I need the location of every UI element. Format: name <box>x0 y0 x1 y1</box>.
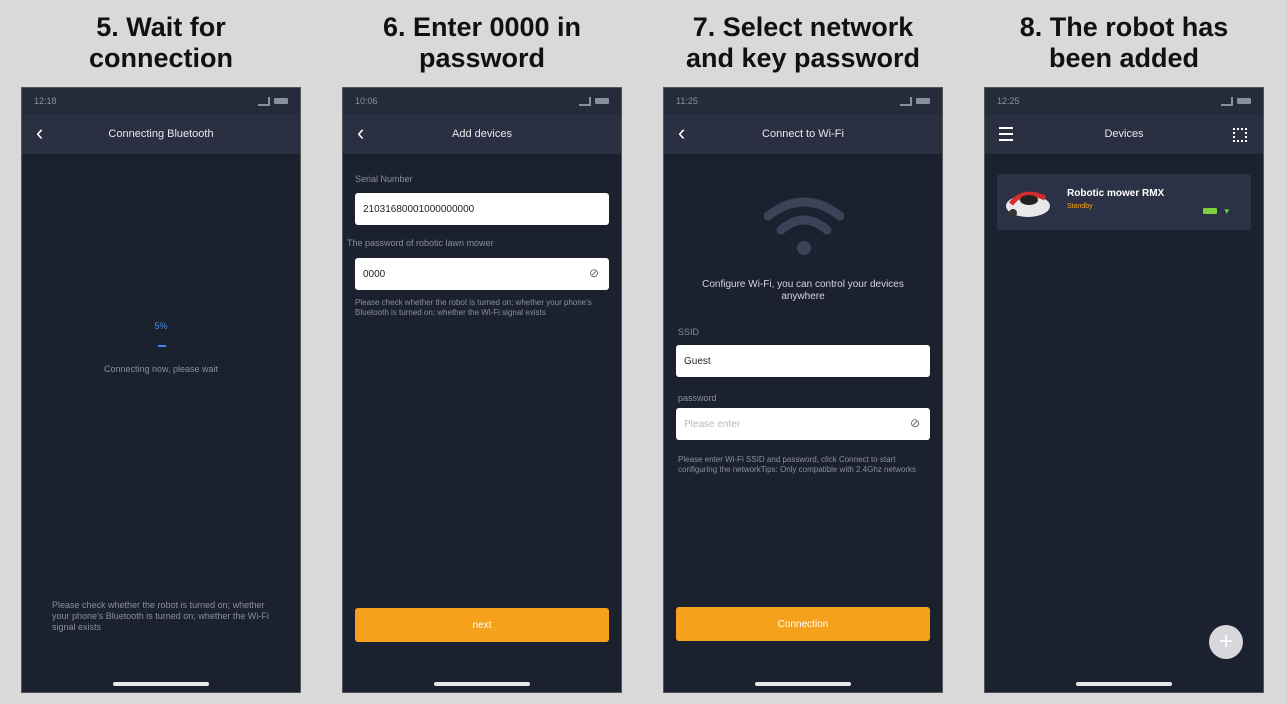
serial-label: Serial Number <box>355 174 413 184</box>
progress-percent: 5% <box>154 321 168 331</box>
scan-icon[interactable] <box>1233 128 1247 142</box>
nav-bar: ‹ Connecting Bluetooth <box>22 114 300 154</box>
signal-icon: ▾ <box>1224 206 1229 216</box>
menu-icon[interactable] <box>999 127 1013 141</box>
help-text: Please check whether the robot is turned… <box>52 600 269 632</box>
password-field[interactable]: Please enter ⊘ <box>676 408 930 440</box>
eye-off-icon[interactable]: ⊘ <box>910 416 920 430</box>
step-title-line1: 6. Enter 0000 in <box>382 12 582 42</box>
next-button[interactable]: next <box>355 608 609 642</box>
back-arrow-icon[interactable]: ‹ <box>678 122 685 144</box>
battery-icon <box>1203 208 1217 214</box>
nav-bar: ‹ Connect to Wi-Fi <box>664 114 942 154</box>
serial-number-field[interactable]: 21031680001000000000 <box>355 193 609 225</box>
nav-bar: ‹ Add devices <box>343 114 621 154</box>
step-title: 7. Select network and key password <box>663 12 943 74</box>
home-indicator <box>755 682 851 686</box>
home-indicator <box>113 682 209 686</box>
step-title: 6. Enter 0000 in password <box>342 12 622 74</box>
wifi-icon <box>764 197 844 255</box>
home-indicator <box>1076 682 1172 686</box>
connection-button[interactable]: Connection <box>676 607 930 641</box>
phone-screen: 10:06 ‹ Add devices Serial Number 210316… <box>342 87 622 693</box>
status-time: 12:18 <box>34 96 57 106</box>
step-title-line1: 8. The robot has <box>1019 12 1229 42</box>
progress-indicator <box>158 345 166 347</box>
nav-title: Devices <box>1104 128 1144 140</box>
back-arrow-icon[interactable]: ‹ <box>357 122 364 144</box>
signal-icon <box>900 96 930 106</box>
eye-off-icon[interactable]: ⊘ <box>589 266 599 280</box>
status-bar: 10:06 <box>343 88 621 114</box>
configure-text: Configure Wi-Fi, you can control your de… <box>702 279 904 302</box>
step-title-line2: password <box>418 43 546 73</box>
ssid-field[interactable]: Guest <box>676 345 930 377</box>
step-title-line1: 7. Select network <box>692 12 914 42</box>
device-status: Standby <box>1067 203 1093 210</box>
back-arrow-icon[interactable]: ‹ <box>36 122 43 144</box>
nav-bar: Devices <box>985 114 1263 154</box>
step-title-line2: and key password <box>685 43 921 73</box>
signal-icon <box>1221 96 1251 106</box>
step-title: 8. The robot has been added <box>984 12 1264 74</box>
connecting-text: Connecting now, please wait <box>103 364 219 374</box>
serial-value: 21031680001000000000 <box>363 203 475 215</box>
home-indicator <box>434 682 530 686</box>
phone-screen: 12:18 ‹ Connecting Bluetooth 5% Connecti… <box>21 87 301 693</box>
status-time: 10:06 <box>355 96 378 106</box>
step-title-line2: connection <box>88 43 233 73</box>
phone-screen: 11:25 ‹ Connect to Wi-Fi Configure Wi-Fi… <box>663 87 943 693</box>
device-card[interactable]: Robotic mower RMX Standby ▾ <box>997 174 1251 230</box>
phone-screen: 12:25 Devices Robotic mower RMX Standby … <box>984 87 1264 693</box>
signal-icon <box>258 96 288 106</box>
device-name: Robotic mower RMX <box>1067 188 1165 199</box>
step-title-line1: 5. Wait for <box>96 12 226 42</box>
ssid-label: SSID <box>678 327 700 337</box>
status-bar: 12:18 <box>22 88 300 114</box>
status-time: 11:25 <box>676 96 698 106</box>
help-text: Please check whether the robot is turned… <box>355 298 592 317</box>
add-button[interactable]: + <box>1209 625 1243 659</box>
help-text: Please enter Wi-Fi SSID and password, cl… <box>678 455 917 474</box>
ssid-value: Guest <box>684 355 711 367</box>
mower-icon <box>1006 191 1050 217</box>
password-label: The password of robotic lawn mower <box>347 238 494 248</box>
password-label: password <box>678 393 717 403</box>
password-placeholder: Please enter <box>684 418 741 430</box>
nav-title: Connecting Bluetooth <box>108 128 214 140</box>
step-title: 5. Wait for connection <box>21 12 301 74</box>
status-time: 12:25 <box>997 96 1020 106</box>
signal-icon <box>579 96 609 106</box>
nav-title: Add devices <box>452 128 512 140</box>
password-value: 0000 <box>363 268 386 280</box>
status-bar: 12:25 <box>985 88 1263 114</box>
status-bar: 11:25 <box>664 88 942 114</box>
step-title-line2: been added <box>1048 43 1200 73</box>
password-field[interactable]: 0000 ⊘ <box>355 258 609 290</box>
nav-title: Connect to Wi-Fi <box>762 128 844 140</box>
